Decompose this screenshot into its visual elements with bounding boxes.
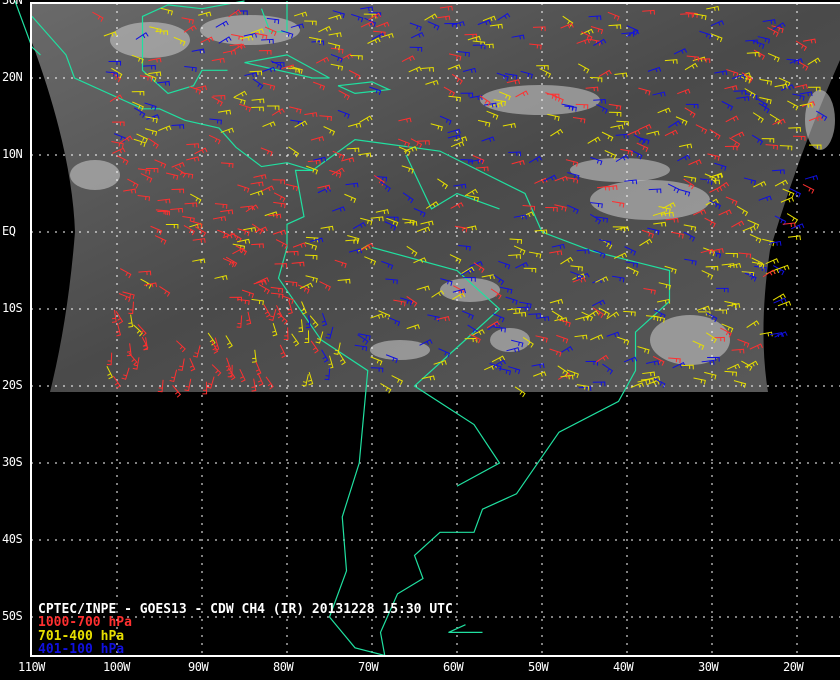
wind-barb (777, 300, 792, 307)
lat-label: EQ (2, 224, 16, 238)
cloud (70, 160, 120, 190)
lon-label: 30W (698, 660, 719, 674)
lon-label: 110W (18, 660, 45, 674)
wind-barb (791, 223, 805, 230)
coastline (448, 624, 483, 634)
cloud (490, 328, 530, 352)
lon-label: 40W (613, 660, 634, 674)
lat-label: 30S (2, 455, 23, 469)
lat-label: 10S (2, 301, 23, 315)
lon-label: 90W (188, 660, 209, 674)
cloud (200, 15, 300, 45)
lat-label: 20S (2, 378, 23, 392)
cloud (570, 158, 670, 182)
cloud (370, 340, 430, 360)
lon-label: 70W (358, 660, 379, 674)
wind-barb (786, 213, 799, 224)
lat-label: 20N (2, 70, 23, 84)
lat-label: 40S (2, 532, 23, 546)
lon-label: 20W (783, 660, 804, 674)
lon-label: 80W (273, 660, 294, 674)
lon-label: 50W (528, 660, 549, 674)
legend-low-level: 1000-700 hPa (38, 615, 132, 630)
satellite-wind-map (14, 0, 840, 657)
wind-barb (804, 175, 819, 181)
lon-label: 100W (103, 660, 130, 674)
legend-high-level: 401-100 hPa (38, 642, 125, 657)
lat-label: 30N (2, 0, 23, 7)
wind-barb (802, 183, 815, 194)
lat-label: 10N (2, 147, 23, 161)
lat-label: 50S (2, 609, 23, 623)
wind-barb (782, 222, 796, 228)
wind-barb (772, 293, 786, 301)
lon-label: 60W (443, 660, 464, 674)
wind-barb (787, 235, 801, 241)
